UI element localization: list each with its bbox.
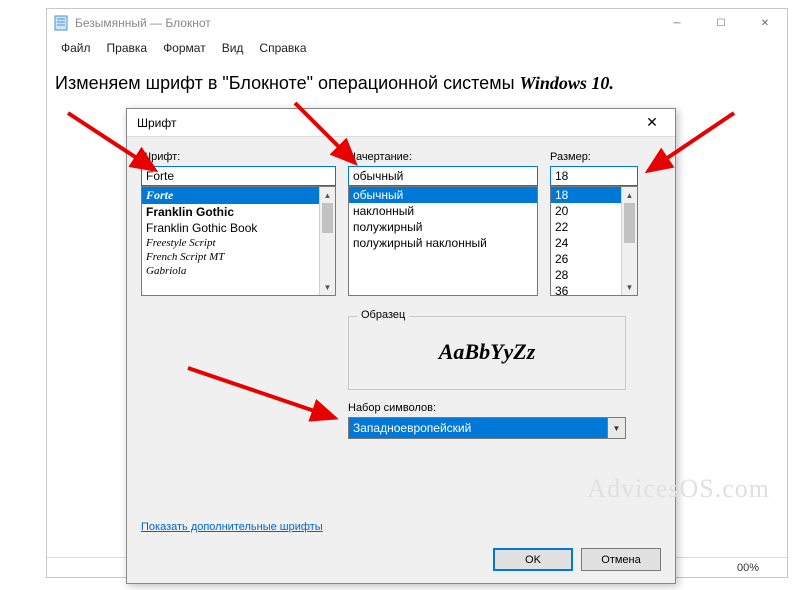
- charset-group: Набор символов: Западноевропейский ▼: [348, 402, 626, 439]
- minimize-button[interactable]: ─: [655, 9, 699, 37]
- notepad-icon: [53, 15, 69, 31]
- font-item-freestyle[interactable]: Freestyle Script: [142, 236, 335, 250]
- scroll-up-icon[interactable]: ▲: [320, 187, 335, 203]
- scroll-thumb[interactable]: [624, 203, 635, 243]
- dialog-buttons: OK Отмена: [493, 548, 661, 571]
- font-item-franklinbook[interactable]: Franklin Gothic Book: [142, 220, 335, 236]
- cancel-button[interactable]: Отмена: [581, 548, 661, 571]
- style-input[interactable]: [348, 166, 538, 186]
- editor-content[interactable]: Изменяем шрифт в "Блокноте" операционной…: [47, 59, 787, 108]
- more-fonts-link[interactable]: Показать дополнительные шрифты: [141, 521, 323, 533]
- font-item-gabriola[interactable]: Gabriola: [142, 264, 335, 278]
- font-label: Шрифт:: [141, 151, 336, 163]
- size-listbox[interactable]: 18 20 22 24 26 28 36 ▲ ▼: [550, 186, 638, 296]
- close-button[interactable]: ✕: [743, 9, 787, 37]
- menu-view[interactable]: Вид: [216, 39, 250, 57]
- style-column: Начертание: обычный наклонный полужирный…: [348, 151, 538, 296]
- font-column: Шрифт: Forte Franklin Gothic Franklin Go…: [141, 151, 336, 296]
- content-bold: Windows 10.: [520, 73, 614, 93]
- font-dialog: Шрифт ✕ Шрифт: Forte Franklin Gothic Fra…: [126, 108, 676, 584]
- maximize-button[interactable]: ☐: [699, 9, 743, 37]
- sample-label: Образец: [357, 309, 409, 321]
- sample-group: Образец AaBbYyZz: [348, 316, 626, 390]
- menu-edit[interactable]: Правка: [101, 39, 154, 57]
- zoom-level: 00%: [737, 562, 759, 574]
- scroll-down-icon[interactable]: ▼: [622, 279, 637, 295]
- dialog-body: Шрифт: Forte Franklin Gothic Franklin Go…: [127, 137, 675, 447]
- content-text: Изменяем шрифт в "Блокноте" операционной…: [55, 73, 520, 93]
- charset-combobox[interactable]: Западноевропейский ▼: [348, 417, 626, 439]
- chevron-down-icon[interactable]: ▼: [607, 418, 625, 438]
- scroll-thumb[interactable]: [322, 203, 333, 233]
- notepad-title: Безымянный — Блокнот: [75, 16, 655, 30]
- font-listbox[interactable]: Forte Franklin Gothic Franklin Gothic Bo…: [141, 186, 336, 296]
- scroll-down-icon[interactable]: ▼: [320, 279, 335, 295]
- ok-button[interactable]: OK: [493, 548, 573, 571]
- font-input[interactable]: [141, 166, 336, 186]
- menubar: Файл Правка Формат Вид Справка: [47, 37, 787, 59]
- notepad-titlebar: Безымянный — Блокнот ─ ☐ ✕: [47, 9, 787, 37]
- font-scrollbar[interactable]: ▲ ▼: [319, 187, 335, 295]
- style-item-bolditalic[interactable]: полужирный наклонный: [349, 235, 537, 251]
- menu-help[interactable]: Справка: [253, 39, 312, 57]
- dialog-close-button[interactable]: ✕: [635, 114, 669, 131]
- dialog-title: Шрифт: [137, 116, 635, 130]
- size-label: Размер:: [550, 151, 638, 163]
- size-scrollbar[interactable]: ▲ ▼: [621, 187, 637, 295]
- menu-file[interactable]: Файл: [55, 39, 97, 57]
- style-item-regular[interactable]: обычный: [349, 187, 537, 203]
- charset-label: Набор символов:: [348, 402, 626, 414]
- window-buttons: ─ ☐ ✕: [655, 9, 787, 37]
- style-label: Начертание:: [348, 151, 538, 163]
- menu-format[interactable]: Формат: [157, 39, 212, 57]
- dialog-titlebar[interactable]: Шрифт ✕: [127, 109, 675, 137]
- style-item-italic[interactable]: наклонный: [349, 203, 537, 219]
- style-listbox[interactable]: обычный наклонный полужирный полужирный …: [348, 186, 538, 296]
- font-item-forte[interactable]: Forte: [142, 187, 335, 204]
- font-item-french[interactable]: French Script MT: [142, 250, 335, 264]
- charset-value: Западноевропейский: [349, 421, 607, 435]
- scroll-up-icon[interactable]: ▲: [622, 187, 637, 203]
- font-item-franklin[interactable]: Franklin Gothic: [142, 204, 335, 220]
- sample-text: AaBbYyZz: [349, 317, 625, 365]
- style-item-bold[interactable]: полужирный: [349, 219, 537, 235]
- size-column: Размер: 18 20 22 24 26 28 36 ▲: [550, 151, 638, 296]
- size-input[interactable]: [550, 166, 638, 186]
